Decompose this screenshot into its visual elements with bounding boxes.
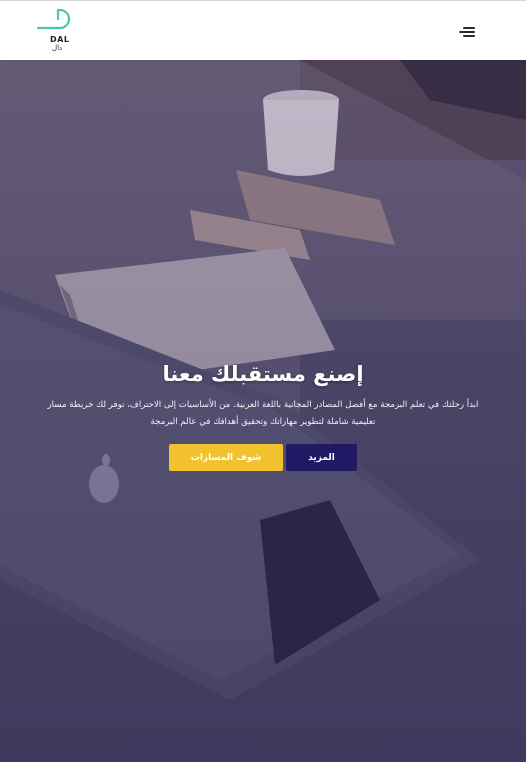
site-header: DAL دال	[0, 0, 526, 60]
hero-section: إصنع مستقبلك معنا ابدأ رحلتك في تعلم الب…	[0, 60, 526, 762]
logo-d-mark-icon	[36, 9, 71, 30]
view-tracks-button[interactable]: شوف المسارات	[169, 444, 283, 471]
hamburger-menu-icon[interactable]	[459, 27, 475, 41]
site-logo[interactable]: DAL دال	[36, 9, 80, 53]
hero-description-line-1: ابدأ رحلتك في تعلم البرمجة مع أفضل المصا…	[47, 400, 479, 410]
hero-description: ابدأ رحلتك في تعلم البرمجة مع أفضل المصا…	[30, 397, 496, 431]
hero-description-line-2: تعليمية شاملة لتطوير مهاراتك وتحقيق أهدا…	[150, 417, 376, 427]
more-button[interactable]: المزيد	[286, 444, 357, 471]
logo-text-en: DAL	[50, 35, 70, 44]
hero-title: إصنع مستقبلك معنا	[162, 362, 364, 386]
logo-text-ar: دال	[52, 44, 63, 52]
